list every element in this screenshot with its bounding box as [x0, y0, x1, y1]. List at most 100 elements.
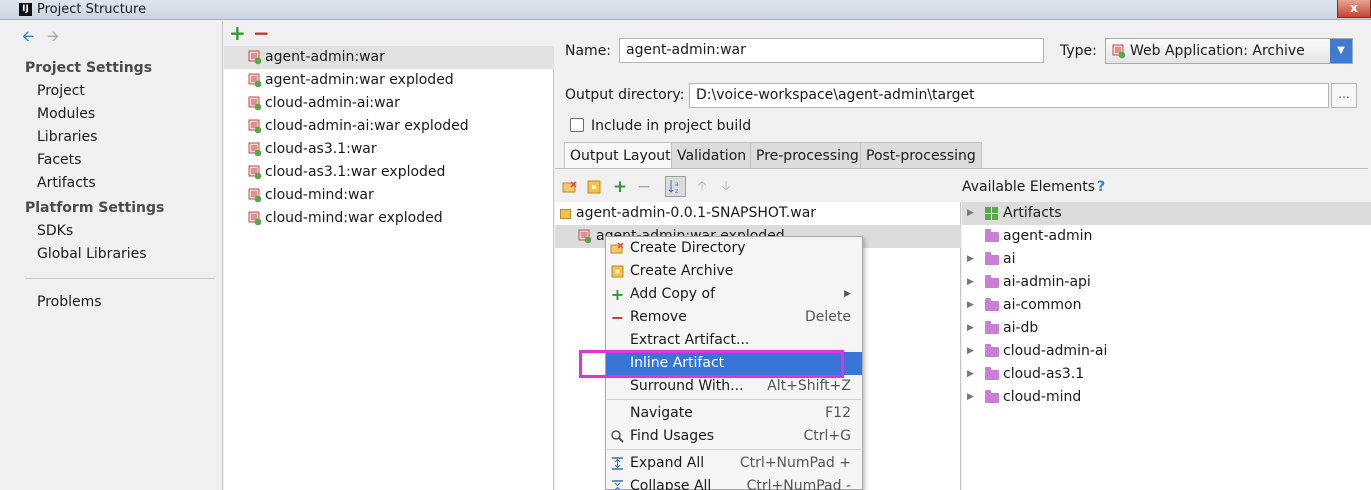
available-item[interactable]: ▶ cloud-as3.1: [962, 363, 1371, 386]
menu-item-find-usages[interactable]: Find Usages Ctrl+G: [606, 425, 862, 448]
create-directory-icon: [610, 242, 624, 254]
artifact-list-item[interactable]: cloud-admin-ai:war: [224, 92, 554, 115]
surround-shortcut: Alt+Shift+Z: [767, 378, 851, 394]
folder-icon: [985, 321, 999, 334]
available-item[interactable]: agent-admin: [962, 225, 1371, 248]
navigate-shortcut: F12: [825, 405, 851, 421]
available-item-label: Artifacts: [1003, 205, 1062, 221]
available-item-label: ai-common: [1003, 297, 1082, 313]
war-archive-icon: [248, 96, 262, 111]
artifact-list-item[interactable]: cloud-as3.1:war exploded: [224, 161, 554, 184]
tab-validation[interactable]: Validation: [671, 142, 753, 169]
create-archive-icon: [611, 265, 624, 278]
magnifier-icon: [611, 430, 624, 443]
artifact-label: cloud-as3.1:war: [265, 141, 377, 157]
archive-icon: [560, 209, 571, 219]
menu-item-surround-with[interactable]: Surround With... Alt+Shift+Z: [606, 375, 862, 398]
expand-arrow-icon[interactable]: ▶: [967, 202, 974, 225]
artifact-list-item[interactable]: cloud-mind:war: [224, 184, 554, 207]
available-item[interactable]: ▶ ai-common: [962, 294, 1371, 317]
submenu-arrow-icon: ▶: [844, 289, 851, 299]
menu-item-create-archive[interactable]: Create Archive: [606, 260, 862, 283]
nav-item-artifacts[interactable]: Artifacts: [37, 173, 96, 193]
nav-item-global-libraries[interactable]: Global Libraries: [37, 244, 147, 264]
browse-button[interactable]: ...: [1331, 83, 1357, 108]
tab-output-layout[interactable]: Output Layout: [564, 142, 677, 169]
expand-all-icon: [612, 457, 623, 470]
tab-pre-processing[interactable]: Pre-processing: [750, 142, 865, 169]
war-archive-icon: [248, 211, 262, 226]
tab-strip-divider: [555, 168, 1368, 169]
back-arrow-icon[interactable]: 🡨: [22, 28, 34, 44]
expand-arrow-icon[interactable]: ▶: [967, 271, 974, 294]
menu-item-remove[interactable]: − Remove Delete: [606, 306, 862, 329]
nav-item-facets[interactable]: Facets: [37, 150, 81, 170]
war-archive-icon: [248, 119, 262, 134]
nav-item-modules[interactable]: Modules: [37, 104, 95, 124]
remove-element-icon[interactable]: −: [636, 179, 652, 196]
move-down-icon[interactable]: 🡣: [718, 179, 734, 195]
type-select[interactable]: Web Application: Archive ▼: [1105, 38, 1353, 64]
menu-item-add-copy-of[interactable]: + Add Copy of ▶: [606, 283, 862, 306]
available-item[interactable]: ▶ ai-db: [962, 317, 1371, 340]
add-artifact-icon[interactable]: +: [229, 22, 246, 44]
available-item[interactable]: ▶ ai-admin-api: [962, 271, 1371, 294]
remove-artifact-icon[interactable]: −: [253, 22, 270, 44]
artifact-label: cloud-mind:war: [265, 187, 374, 203]
war-archive-icon: [248, 73, 262, 88]
artifact-list-item[interactable]: agent-admin:war: [224, 46, 554, 69]
nav-item-project[interactable]: Project: [37, 81, 85, 101]
title-bar: [0, 0, 1371, 20]
artifact-label: agent-admin:war exploded: [265, 72, 454, 88]
artifact-list-toolbar: [224, 21, 554, 46]
folder-icon: [985, 275, 999, 288]
artifact-list-item[interactable]: cloud-mind:war exploded: [224, 207, 554, 230]
name-label: Name:: [565, 43, 612, 59]
menu-item-navigate[interactable]: Navigate F12: [606, 402, 862, 425]
type-select-value: Web Application: Archive: [1130, 43, 1305, 59]
nav-item-problems[interactable]: Problems: [37, 292, 102, 312]
move-up-icon[interactable]: 🡡: [694, 179, 710, 195]
folder-icon: [985, 344, 999, 357]
available-item[interactable]: ▶ ai: [962, 248, 1371, 271]
available-item-label: ai: [1003, 251, 1016, 267]
war-exploded-icon: [578, 229, 592, 244]
artifact-label: cloud-admin-ai:war: [265, 95, 400, 111]
expand-arrow-icon[interactable]: ▶: [967, 363, 974, 386]
expand-arrow-icon[interactable]: ▶: [967, 248, 974, 271]
layout-tree-root[interactable]: agent-admin-0.0.1-SNAPSHOT.war: [555, 202, 961, 225]
create-archive-icon[interactable]: [586, 179, 602, 195]
include-in-build-checkbox[interactable]: [570, 118, 584, 132]
available-item-label: cloud-admin-ai: [1003, 343, 1108, 359]
output-directory-label: Output directory:: [565, 87, 685, 103]
help-icon[interactable]: ?: [1097, 177, 1105, 197]
available-item[interactable]: ▶ cloud-mind: [962, 386, 1371, 409]
find-usages-shortcut: Ctrl+G: [803, 428, 852, 444]
name-field[interactable]: agent-admin:war: [619, 38, 1044, 63]
tab-post-processing[interactable]: Post-processing: [860, 142, 982, 169]
forward-arrow-icon[interactable]: 🡪: [47, 28, 59, 44]
expand-arrow-icon[interactable]: ▶: [967, 317, 974, 340]
svg-text:a: a: [675, 181, 679, 188]
artifact-list-item[interactable]: cloud-as3.1:war: [224, 138, 554, 161]
nav-item-sdks[interactable]: SDKs: [37, 221, 73, 241]
menu-item-create-directory[interactable]: Create Directory: [606, 237, 862, 260]
nav-item-libraries[interactable]: Libraries: [37, 127, 97, 147]
add-copy-icon[interactable]: +: [612, 179, 628, 196]
expand-arrow-icon[interactable]: ▶: [967, 386, 974, 409]
available-item-artifacts[interactable]: ▶ Artifacts: [962, 202, 1371, 225]
output-directory-field[interactable]: D:\voice-workspace\agent-admin\target: [689, 83, 1329, 108]
chevron-down-icon[interactable]: ▼: [1330, 39, 1352, 63]
create-directory-icon[interactable]: [562, 179, 578, 195]
menu-item-collapse-all[interactable]: Collapse All Ctrl+NumPad -: [606, 475, 862, 490]
menu-item-expand-all[interactable]: Expand All Ctrl+NumPad +: [606, 452, 862, 475]
available-item[interactable]: ▶ cloud-admin-ai: [962, 340, 1371, 363]
artifact-list-item[interactable]: agent-admin:war exploded: [224, 69, 554, 92]
expand-arrow-icon[interactable]: ▶: [967, 294, 974, 317]
collapse-all-shortcut: Ctrl+NumPad -: [746, 478, 851, 490]
close-window-button[interactable]: x: [1337, 0, 1371, 18]
artifact-list-item[interactable]: cloud-admin-ai:war exploded: [224, 115, 554, 138]
expand-all-shortcut: Ctrl+NumPad +: [739, 455, 851, 471]
expand-arrow-icon[interactable]: ▶: [967, 340, 974, 363]
menu-item-extract-artifact[interactable]: Extract Artifact...: [606, 329, 862, 352]
